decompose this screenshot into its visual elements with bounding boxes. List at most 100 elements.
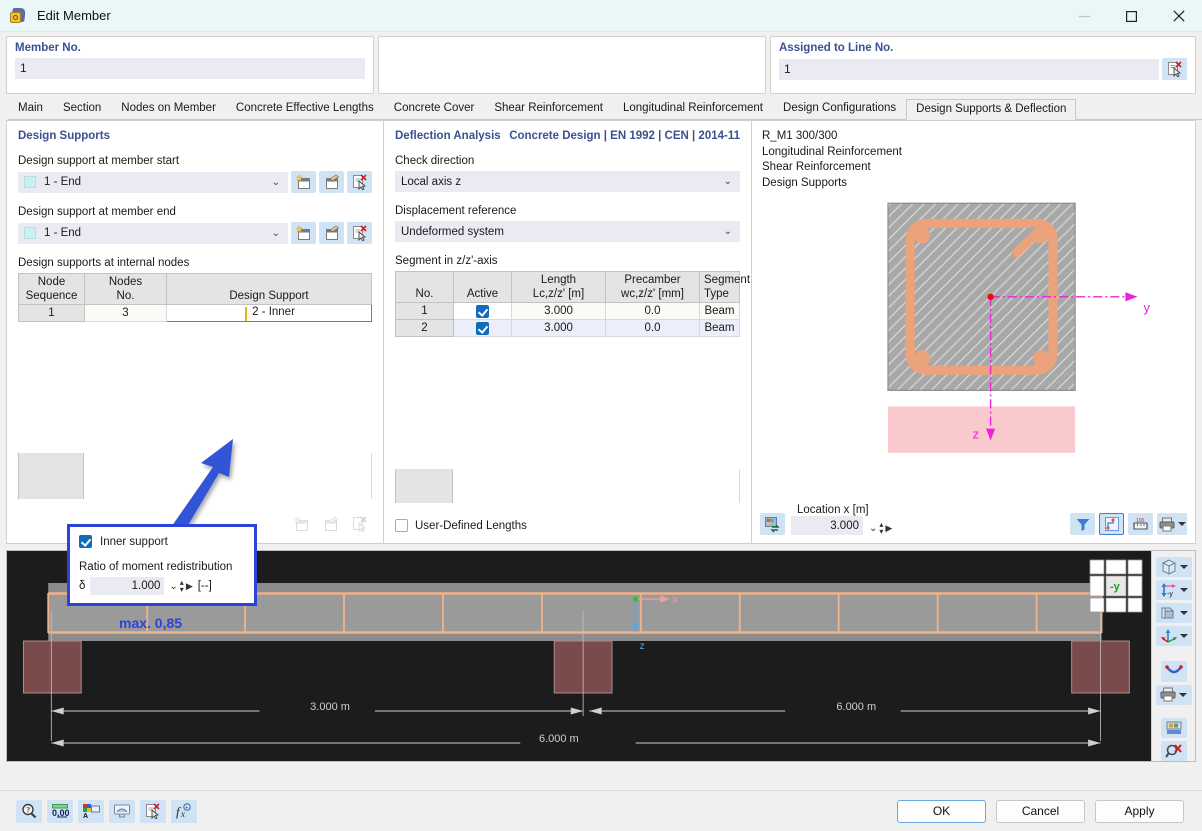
tab-section[interactable]: Section	[53, 98, 111, 119]
ratio-input[interactable]: 1.000	[90, 577, 164, 595]
member-icon	[10, 7, 28, 25]
maximize-button[interactable]	[1108, 0, 1155, 32]
window-title: Edit Member	[37, 8, 111, 23]
tab-longitudinal-reinforcement[interactable]: Longitudinal Reinforcement	[613, 98, 773, 119]
cell-segment-length[interactable]: 3.000	[512, 303, 606, 320]
measure-icon[interactable]: 100	[1128, 513, 1153, 535]
cell-segment-active[interactable]	[454, 303, 512, 320]
location-x-spinner[interactable]: ⌄ ▴▾ ▶	[869, 521, 892, 535]
colors-icon[interactable]: A	[78, 800, 104, 823]
end-edit-support-button[interactable]	[319, 222, 344, 244]
new-row-button[interactable]	[289, 513, 314, 535]
cell-segment-type[interactable]: Beam	[700, 303, 740, 320]
delete-row-button[interactable]	[347, 513, 372, 535]
deformation-icon[interactable]	[1161, 661, 1187, 681]
start-support-select[interactable]: 1 - End ⌄	[18, 172, 288, 193]
internal-nodes-label: Design supports at internal nodes	[18, 257, 372, 269]
start-delete-support-button[interactable]	[347, 171, 372, 193]
cancel-button[interactable]: Cancel	[996, 800, 1085, 823]
location-x-input[interactable]: 3.000	[791, 516, 863, 535]
zoom-info-icon[interactable]: ?	[16, 800, 42, 823]
tab-concrete-effective-lengths[interactable]: Concrete Effective Lengths	[226, 98, 384, 119]
cell-support[interactable]: 2 - Inner	[167, 305, 372, 322]
tree-item-section[interactable]: R_M1 300/300	[762, 129, 1185, 145]
check-direction-select[interactable]: Local axis z ⌄	[395, 171, 740, 192]
render-mode-icon[interactable]	[1156, 603, 1192, 623]
close-button[interactable]	[1155, 0, 1202, 32]
displacement-reference-select[interactable]: Undeformed system ⌄	[395, 221, 740, 242]
check-direction-label: Check direction	[395, 155, 740, 167]
end-new-support-button[interactable]	[291, 222, 316, 244]
view-direction-icon[interactable]: -y	[1156, 580, 1192, 600]
table-row[interactable]: 1 3 2 - Inner	[19, 305, 372, 322]
svg-text:-y: -y	[1110, 581, 1121, 593]
cross-section-drawing[interactable]: y z	[752, 165, 1195, 497]
tab-design-supports-deflection[interactable]: Design Supports & Deflection	[906, 99, 1076, 120]
end-delete-support-button[interactable]	[347, 222, 372, 244]
delta-symbol: δ	[79, 580, 85, 592]
assigned-line-input[interactable]: 1	[779, 59, 1159, 80]
minimize-button[interactable]	[1061, 0, 1108, 32]
cell-segment-type[interactable]: Beam	[700, 320, 740, 337]
clear-selection-icon[interactable]	[1161, 741, 1187, 761]
filter-icon[interactable]	[1070, 513, 1095, 535]
section-swap-icon[interactable]	[760, 513, 785, 535]
table-row[interactable]: 2 3.000 0.0 Beam	[396, 320, 740, 337]
print-icon[interactable]	[1157, 513, 1187, 535]
main-panels: Design Supports Design support at member…	[6, 120, 1196, 544]
view-cube-icon[interactable]: -y	[1089, 559, 1143, 613]
tab-concrete-cover[interactable]: Concrete Cover	[384, 98, 485, 119]
end-support-swatch	[24, 227, 36, 239]
start-new-support-button[interactable]	[291, 171, 316, 193]
ratio-unit: [--]	[198, 580, 212, 592]
ok-button[interactable]: OK	[897, 800, 986, 823]
status-icons: ? 0,00 A fx+	[16, 800, 197, 823]
view-cube-icon[interactable]	[1156, 557, 1192, 577]
ratio-label: Ratio of moment redistribution	[79, 561, 245, 573]
ratio-spinner[interactable]: ⌄ ▴▾ ▶	[169, 579, 192, 593]
tab-nodes-on-member[interactable]: Nodes on Member	[111, 98, 226, 119]
middle-empty-box	[378, 36, 766, 94]
design-supports-panel: Design Supports Design support at member…	[6, 120, 384, 544]
apply-button[interactable]: Apply	[1095, 800, 1184, 823]
cell-segment-length[interactable]: 3.000	[512, 320, 606, 337]
axis-system-icon[interactable]	[1156, 626, 1192, 646]
snapshot-icon[interactable]	[1161, 718, 1187, 738]
cell-node-no[interactable]: 3	[85, 305, 167, 322]
tab-main[interactable]: Main	[8, 98, 53, 119]
col-segment-type: SegmentType	[700, 272, 740, 303]
col-segment-precamber: Precamberwc,z/z' [mm]	[606, 272, 700, 303]
start-edit-support-button[interactable]	[319, 171, 344, 193]
apply-arrow-icon: ▶	[186, 581, 193, 592]
display-icon[interactable]	[109, 800, 135, 823]
assigned-line-label: Assigned to Line No.	[779, 42, 1187, 54]
viewport-toolbar: -y	[1151, 551, 1195, 761]
tab-shear-reinforcement[interactable]: Shear Reinforcement	[484, 98, 613, 119]
end-support-select[interactable]: 1 - End ⌄	[18, 223, 288, 244]
deflection-analysis-panel: Deflection Analysis Concrete Design | EN…	[384, 120, 752, 544]
tree-item-longitudinal-reinforcement[interactable]: Longitudinal Reinforcement	[762, 145, 1185, 161]
pick-line-icon[interactable]	[1162, 58, 1187, 80]
inner-support-label: Inner support	[100, 536, 168, 548]
chevron-down-icon: ⌄	[272, 177, 284, 188]
edit-row-button[interactable]	[318, 513, 343, 535]
formula-icon[interactable]: fx+	[171, 800, 197, 823]
chevron-down-icon: ⌄	[724, 176, 736, 187]
col-design-support: Design Support	[167, 274, 372, 305]
displacement-reference-label: Displacement reference	[395, 205, 740, 217]
col-segment-no: No.	[396, 272, 454, 303]
cell-segment-precamber[interactable]: 0.0	[606, 303, 700, 320]
deselect-icon[interactable]	[140, 800, 166, 823]
user-defined-lengths-row[interactable]: User-Defined Lengths	[395, 519, 527, 532]
cell-sequence: 1	[19, 305, 85, 322]
cell-segment-active[interactable]	[454, 320, 512, 337]
cell-segment-precamber[interactable]: 0.0	[606, 320, 700, 337]
inner-support-checkbox[interactable]	[79, 535, 92, 548]
user-defined-lengths-checkbox[interactable]	[395, 519, 408, 532]
print-view-icon[interactable]	[1156, 685, 1192, 705]
dimensions-icon[interactable]	[1099, 513, 1124, 535]
member-no-input[interactable]: 1	[15, 58, 365, 79]
decimal-places-icon[interactable]: 0,00	[47, 800, 73, 823]
table-row[interactable]: 1 3.000 0.0 Beam	[396, 303, 740, 320]
tab-design-configurations[interactable]: Design Configurations	[773, 98, 906, 119]
